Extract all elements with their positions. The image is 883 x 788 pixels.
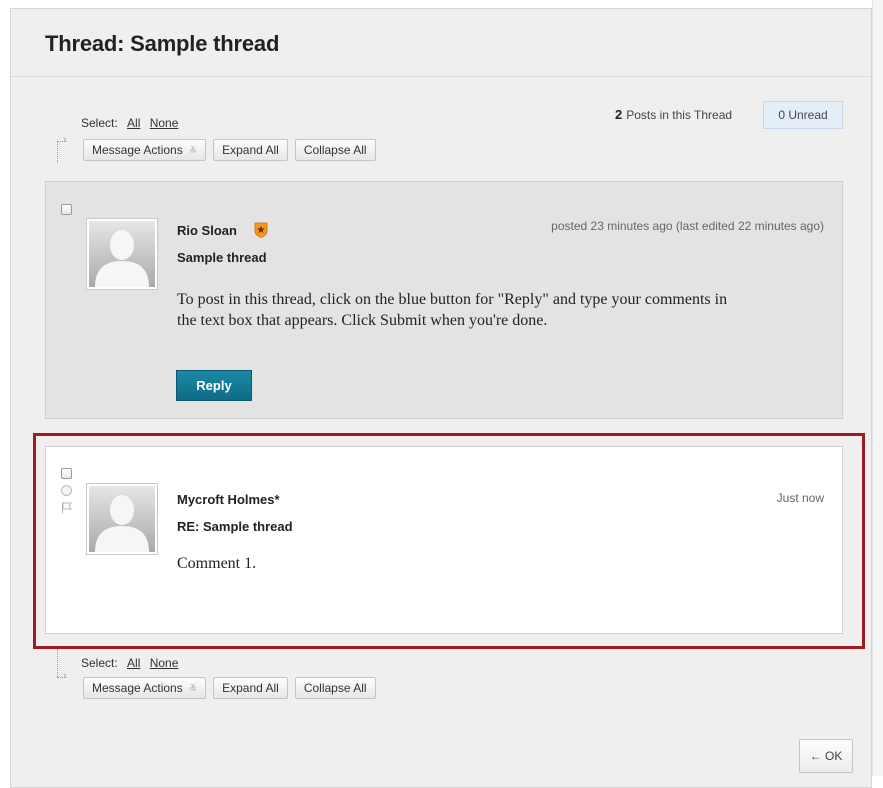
tree-arrow-icon: › [63, 670, 67, 681]
chevron-down-icon: ≚ [188, 684, 198, 695]
post-body: Comment 1. [177, 555, 257, 572]
star-badge-icon [254, 222, 268, 238]
message-actions-button[interactable]: Message Actions ≚ [83, 139, 207, 161]
post-body-line: To post in this thread, click on the blu… [177, 291, 728, 308]
post-body: To post in this thread, click on the blu… [177, 289, 727, 331]
expand-all-button[interactable]: Expand All [213, 139, 288, 161]
posted-time: posted 23 minutes ago (last edited 22 mi… [551, 219, 824, 233]
select-label: Select: [81, 116, 118, 130]
message-actions-button[interactable]: Message Actions ≚ [83, 677, 207, 699]
expand-all-button[interactable]: Expand All [213, 677, 288, 699]
post-count-number: 2 [615, 107, 623, 122]
scrollbar-track[interactable] [872, 0, 883, 776]
post-count-label: Posts in this Thread [626, 108, 733, 122]
post-card: Rio Sloan posted 23 minutes ago (last ed… [45, 181, 843, 419]
avatar [86, 218, 158, 290]
post-card: Mycroft Holmes* Just now RE: Sample thre… [45, 446, 843, 634]
message-actions-label: Message Actions [92, 143, 183, 157]
collapse-all-button[interactable]: Collapse All [294, 677, 376, 699]
select-row-top: Select: All None [81, 116, 178, 130]
unread-button[interactable]: 0 Unread [763, 101, 843, 129]
avatar-placeholder-icon [89, 486, 155, 552]
posted-time: Just now [776, 491, 824, 505]
message-toolbar-top: Message Actions ≚ Expand All Collapse All [83, 139, 376, 161]
post-subject: RE: Sample thread [177, 519, 293, 534]
author-name[interactable]: Mycroft Holmes* [177, 492, 280, 507]
thread-page: Thread: Sample thread › Select: All None… [10, 8, 872, 788]
post-subject: Sample thread [177, 250, 267, 265]
avatar [86, 483, 158, 555]
post-count: 2 Posts in this Thread [615, 107, 732, 122]
page-title: Thread: Sample thread [45, 31, 280, 56]
collapse-all-button[interactable]: Collapse All [294, 139, 376, 161]
page-header: Thread: Sample thread [11, 9, 871, 77]
flag-icon[interactable] [61, 502, 73, 514]
post-checkbox[interactable] [61, 468, 72, 479]
read-status-radio[interactable] [61, 485, 72, 496]
reply-button[interactable]: Reply [176, 370, 252, 401]
avatar-placeholder-icon [89, 221, 155, 287]
message-actions-label: Message Actions [92, 681, 183, 695]
chevron-down-icon: ≚ [188, 146, 198, 157]
author-name[interactable]: Rio Sloan [177, 223, 237, 238]
tree-arrow-icon: › [63, 134, 67, 145]
select-none-link[interactable]: None [150, 116, 179, 130]
select-label: Select: [81, 656, 118, 670]
post-body-line: the text box that appears. Click Submit … [177, 312, 548, 329]
post-checkbox[interactable] [61, 204, 72, 215]
ok-button[interactable]: ← OK [799, 739, 853, 773]
select-all-link[interactable]: All [127, 656, 140, 670]
select-none-link[interactable]: None [150, 656, 179, 670]
select-all-link[interactable]: All [127, 116, 140, 130]
select-row-bottom: Select: All None [81, 656, 178, 670]
message-toolbar-bottom: Message Actions ≚ Expand All Collapse All [83, 677, 376, 699]
